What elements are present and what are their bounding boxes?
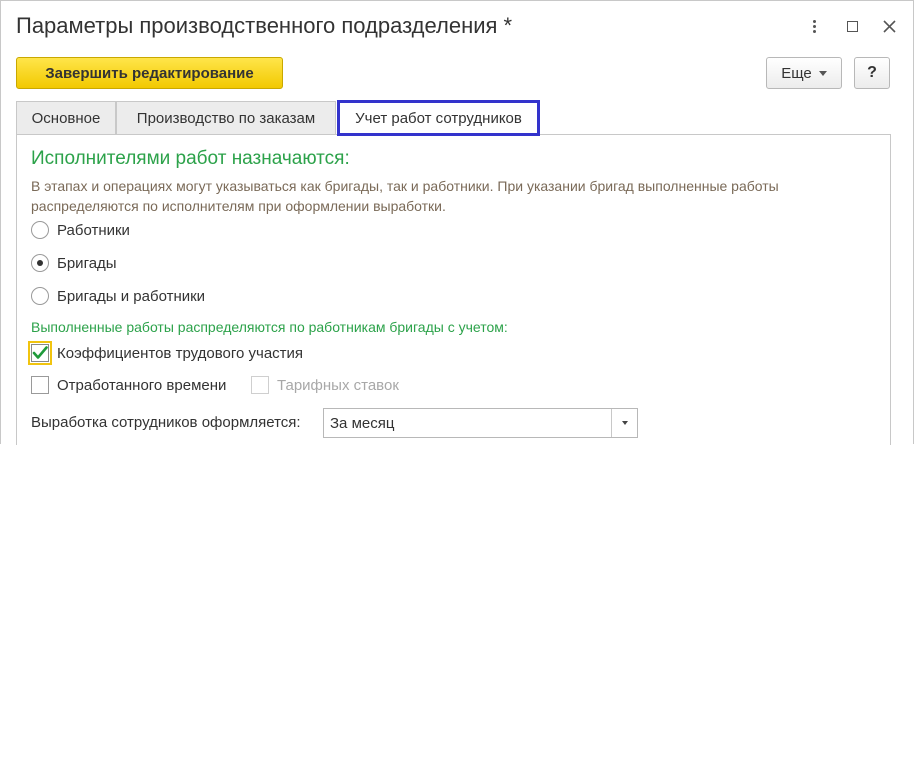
checkbox-participation-coefficients[interactable]: Коэффициентов трудового участия [28, 341, 304, 365]
checkbox[interactable] [28, 341, 52, 365]
chevron-down-icon [621, 421, 628, 425]
checkbox-label: Отработанного времени [57, 376, 227, 394]
form-window: Параметры производственного подразделени… [0, 0, 914, 445]
checkmark-icon [32, 346, 48, 359]
select-value: За месяц [330, 414, 395, 432]
checkbox-worked-time[interactable]: Отработанного времени [31, 376, 226, 394]
radio-label: Работники [57, 221, 130, 239]
checkbox[interactable] [31, 376, 49, 394]
finish-editing-button[interactable]: Завершить редактирование [16, 57, 283, 89]
close-icon[interactable] [878, 15, 900, 37]
radio-label: Бригады и работники [57, 287, 206, 305]
more-button[interactable]: Еще [766, 57, 842, 89]
more-button-label: Еще [781, 64, 812, 82]
chevron-down-icon [818, 70, 827, 76]
performers-hint: В этапах и операциях могут указываться к… [31, 178, 779, 214]
tab-main[interactable]: Основное [16, 101, 116, 135]
checkbox-label: Тарифных ставок [277, 376, 399, 394]
radio-button[interactable] [31, 287, 49, 305]
help-button[interactable]: ? [854, 57, 890, 89]
performers-heading: Исполнителями работ назначаются: [31, 148, 350, 169]
checkbox-disabled [251, 376, 269, 394]
output-period-select[interactable]: За месяц [323, 408, 638, 438]
tab-production-orders[interactable]: Производство по заказам [116, 101, 336, 135]
radio-label: Бригады [57, 254, 117, 272]
checkbox-label: Коэффициентов трудового участия [57, 344, 304, 362]
radio-brigades[interactable]: Бригады [31, 254, 117, 272]
distribution-heading: Выполненные работы распределяются по раб… [31, 319, 508, 335]
tab-employee-work-accounting[interactable]: Учет работ сотрудников [337, 100, 540, 136]
maximize-icon[interactable] [841, 15, 863, 37]
radio-button-selected[interactable] [31, 254, 49, 272]
radio-button[interactable] [31, 221, 49, 239]
window-title: Параметры производственного подразделени… [16, 13, 513, 38]
dropdown-button[interactable] [611, 409, 637, 437]
more-actions-icon[interactable] [803, 15, 825, 37]
radio-brigades-and-workers[interactable]: Бригады и работники [31, 287, 205, 305]
checkbox-tariff-rates: Тарифных ставок [251, 376, 399, 394]
radio-workers[interactable]: Работники [31, 221, 130, 239]
output-period-label: Выработка сотрудников оформляется: [31, 414, 301, 431]
